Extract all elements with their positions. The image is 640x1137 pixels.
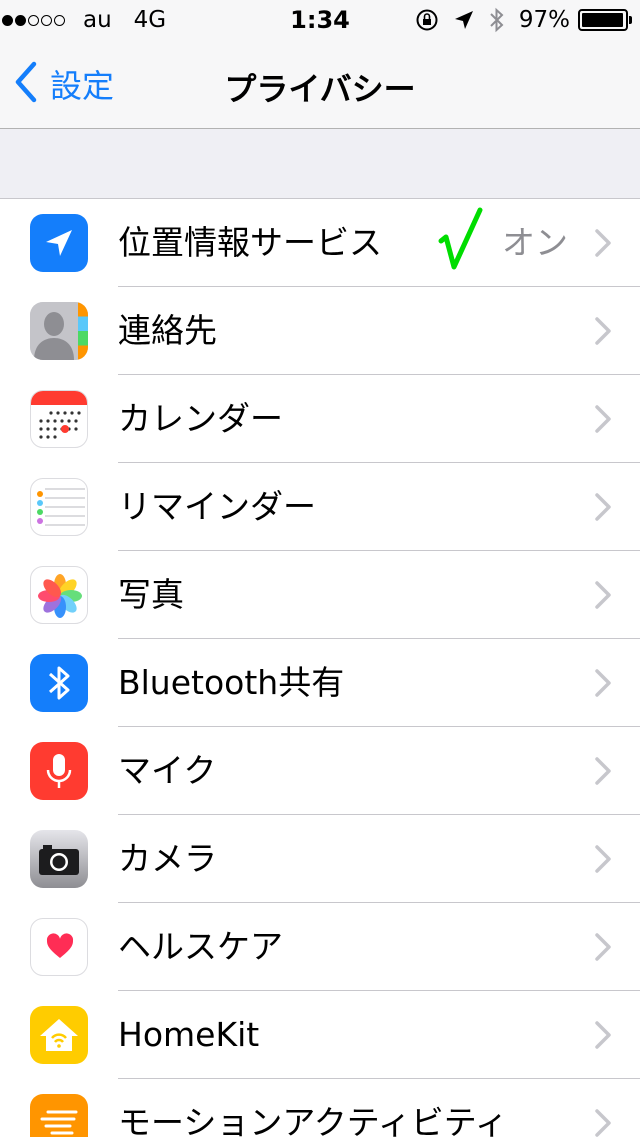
row-label: Bluetooth共有 xyxy=(118,663,345,702)
row-calendar[interactable]: カレンダー xyxy=(0,375,640,463)
row-location-services[interactable]: 位置情報サービス オン xyxy=(0,199,640,287)
row-label: 写真 xyxy=(118,575,184,614)
status-bar: au 4G 1:34 97% xyxy=(0,0,640,40)
navigation-bar: 設定 プライバシー xyxy=(0,40,640,129)
row-label: カメラ xyxy=(118,839,217,878)
microphone-icon xyxy=(30,742,88,800)
row-homekit[interactable]: HomeKit xyxy=(0,991,640,1079)
chevron-right-icon xyxy=(595,1109,611,1137)
reminders-icon xyxy=(30,478,88,536)
row-label: 連絡先 xyxy=(118,311,217,350)
camera-icon xyxy=(30,830,88,888)
row-motion-activity[interactable]: モーションアクティビティ xyxy=(0,1079,640,1137)
location-services-icon xyxy=(30,214,88,272)
chevron-right-icon xyxy=(595,669,611,697)
row-label: リマインダー xyxy=(118,487,316,526)
row-contacts[interactable]: 連絡先 xyxy=(0,287,640,375)
chevron-right-icon xyxy=(595,1021,611,1049)
homekit-icon xyxy=(30,1006,88,1064)
status-right: 97% xyxy=(401,6,632,34)
chevron-right-icon xyxy=(595,581,611,609)
row-photos[interactable]: 写真 xyxy=(0,551,640,639)
row-reminders[interactable]: リマインダー xyxy=(0,463,640,551)
location-arrow-icon xyxy=(453,9,475,31)
chevron-right-icon xyxy=(595,845,611,873)
chevron-right-icon xyxy=(595,317,611,345)
chevron-right-icon xyxy=(595,933,611,961)
row-label: HomeKit xyxy=(118,1015,260,1054)
page-title: プライバシー xyxy=(224,70,416,108)
health-icon xyxy=(30,918,88,976)
row-label: モーションアクティビティ xyxy=(118,1103,508,1137)
row-bluetooth-sharing[interactable]: Bluetooth共有 xyxy=(0,639,640,727)
chevron-right-icon xyxy=(595,229,611,257)
contacts-icon xyxy=(30,302,88,360)
motion-activity-icon xyxy=(30,1094,88,1137)
battery-icon xyxy=(578,9,632,31)
battery-percent: 97% xyxy=(518,7,570,33)
chevron-right-icon xyxy=(595,405,611,433)
row-microphone[interactable]: マイク xyxy=(0,727,640,815)
calendar-icon xyxy=(30,390,88,448)
bluetooth-icon xyxy=(489,7,505,33)
bluetooth-sharing-icon xyxy=(30,654,88,712)
chevron-right-icon xyxy=(595,493,611,521)
row-camera[interactable]: カメラ xyxy=(0,815,640,903)
row-label: ヘルスケア xyxy=(118,927,283,966)
row-label: カレンダー xyxy=(118,399,283,438)
row-label: 位置情報サービス xyxy=(118,223,382,262)
rotation-lock-icon xyxy=(415,8,439,32)
privacy-list: 位置情報サービス オン 連絡先 カレンダー リマインダー 写真 Bluetoot… xyxy=(0,198,640,1137)
row-label: マイク xyxy=(118,751,217,790)
chevron-right-icon xyxy=(595,757,611,785)
photos-icon xyxy=(30,566,88,624)
green-checkmark-icon xyxy=(438,207,483,270)
row-health[interactable]: ヘルスケア xyxy=(0,903,640,991)
row-value: オン xyxy=(502,223,568,262)
